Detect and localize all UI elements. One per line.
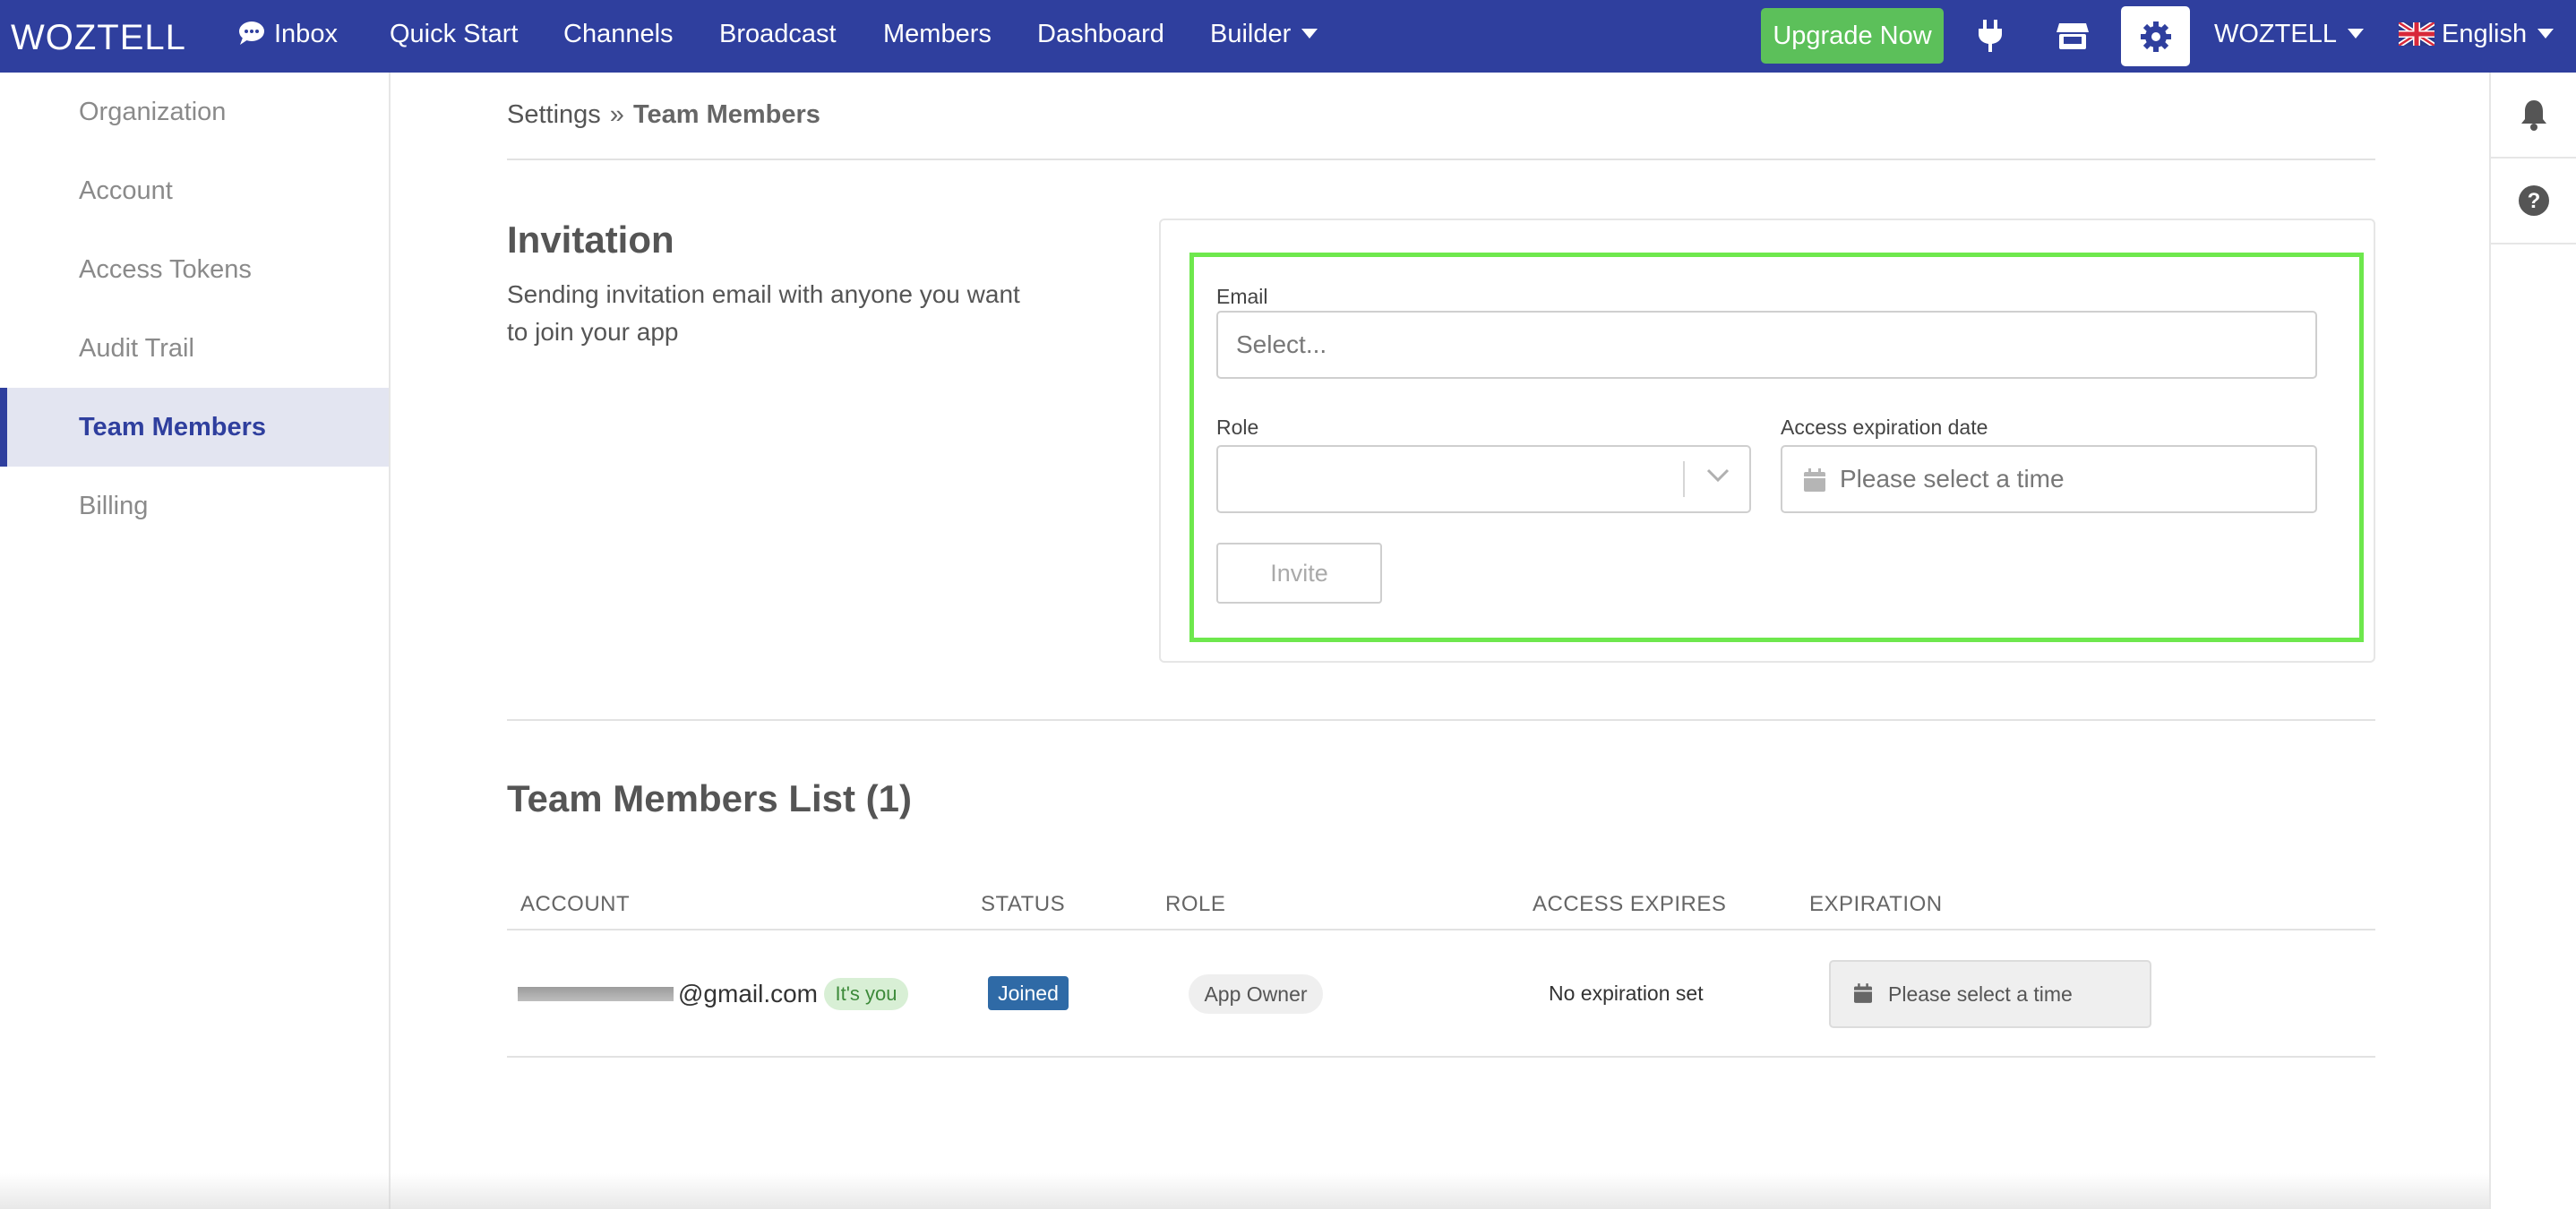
account-menu-label: WOZTELL	[2214, 20, 2337, 48]
chevron-down-icon	[2537, 29, 2555, 39]
chevron-down-icon	[1301, 29, 1318, 39]
breadcrumb-current: Team Members	[632, 100, 820, 129]
email-label: Email	[1216, 285, 1268, 308]
integrations-plug-button[interactable]	[1963, 9, 2017, 63]
column-header-expiration: EXPIRATION	[1809, 892, 1943, 916]
nav-quick-start[interactable]: Quick Start	[390, 20, 518, 49]
help-icon: ?	[2518, 185, 2549, 216]
access-expires-value: No expiration set	[1549, 982, 1704, 1005]
member-expiration-placeholder: Please select a time	[1888, 982, 2073, 1006]
right-utility-rail: ?	[2489, 73, 2576, 1209]
nav-inbox-label: Inbox	[274, 20, 338, 48]
chevron-down-icon	[2347, 29, 2364, 39]
nav-inbox[interactable]: Inbox	[238, 20, 338, 49]
language-selector[interactable]: English	[2399, 20, 2555, 49]
divider	[507, 719, 2375, 721]
team-members-list-title: Team Members List (1)	[507, 777, 913, 819]
nav-channels[interactable]: Channels	[563, 20, 674, 49]
store-icon	[2057, 23, 2089, 49]
notifications-button[interactable]	[2491, 73, 2576, 159]
account-menu[interactable]: WOZTELL	[2214, 20, 2364, 49]
redacted-email-username	[518, 987, 674, 1001]
column-header-account: ACCOUNT	[520, 892, 631, 916]
breadcrumb-separator-icon: »	[609, 100, 624, 129]
account-email-domain: @gmail.com	[678, 980, 819, 1008]
its-you-badge: It's you	[824, 978, 908, 1010]
sidebar-item-billing[interactable]: Billing	[0, 467, 389, 545]
gear-icon	[2140, 21, 2171, 52]
invitation-title: Invitation	[507, 219, 674, 261]
role-select[interactable]	[1216, 445, 1751, 513]
svg-text:?: ?	[2527, 189, 2540, 213]
divider	[507, 159, 2375, 160]
sidebar-item-organization[interactable]: Organization	[0, 73, 389, 151]
calendar-icon	[1854, 983, 1872, 1003]
uk-flag-icon	[2399, 22, 2434, 46]
breadcrumb-settings-link[interactable]: Settings	[507, 100, 601, 129]
invite-button[interactable]: Invite	[1216, 543, 1382, 604]
email-select-input[interactable]: Select...	[1216, 311, 2317, 379]
invitation-description: Sending invitation email with anyone you…	[507, 280, 1020, 346]
woztell-logo[interactable]: WOZTELL	[11, 18, 186, 58]
access-expiration-date-picker[interactable]: Please select a time	[1781, 445, 2317, 513]
chat-bubble-icon	[239, 21, 264, 45]
calendar-icon	[1804, 468, 1825, 492]
plug-icon	[1979, 20, 2002, 52]
sidebar-item-team-members[interactable]: Team Members	[0, 388, 389, 467]
breadcrumb: Settings » Team Members	[507, 100, 820, 130]
nav-builder[interactable]: Builder	[1210, 20, 1318, 49]
column-header-role: ROLE	[1165, 892, 1226, 916]
sidebar-item-access-tokens[interactable]: Access Tokens	[0, 230, 389, 309]
access-expiration-placeholder: Please select a time	[1840, 465, 2065, 493]
nav-members[interactable]: Members	[883, 20, 992, 49]
nav-dashboard[interactable]: Dashboard	[1037, 20, 1164, 49]
sidebar-item-account[interactable]: Account	[0, 151, 389, 230]
table-header-divider	[507, 929, 2375, 930]
column-header-status: STATUS	[981, 892, 1066, 916]
role-badge: App Owner	[1189, 974, 1323, 1014]
language-label: English	[2442, 20, 2528, 48]
bottom-shadow	[0, 1173, 2489, 1209]
nav-broadcast[interactable]: Broadcast	[719, 20, 837, 49]
settings-button[interactable]	[2121, 6, 2190, 66]
top-navigation-bar: WOZTELL Inbox Quick Start Channels Broad…	[0, 0, 2576, 73]
help-button[interactable]: ?	[2491, 159, 2576, 244]
chevron-down-icon	[1706, 468, 1730, 483]
table-row-divider	[507, 1056, 2375, 1058]
member-expiration-date-picker[interactable]: Please select a time	[1829, 960, 2151, 1028]
bell-icon	[2520, 100, 2546, 131]
status-badge: Joined	[988, 976, 1069, 1010]
role-label: Role	[1216, 416, 1259, 439]
upgrade-now-button[interactable]: Upgrade Now	[1761, 8, 1944, 64]
access-expiration-label: Access expiration date	[1781, 416, 1988, 439]
column-header-access-expires: ACCESS EXPIRES	[1533, 892, 1727, 916]
settings-sidebar: Organization Account Access Tokens Audit…	[0, 73, 391, 1209]
store-button[interactable]	[2046, 9, 2099, 63]
nav-builder-label: Builder	[1210, 20, 1292, 48]
select-divider	[1683, 461, 1685, 497]
sidebar-item-audit-trail[interactable]: Audit Trail	[0, 309, 389, 388]
